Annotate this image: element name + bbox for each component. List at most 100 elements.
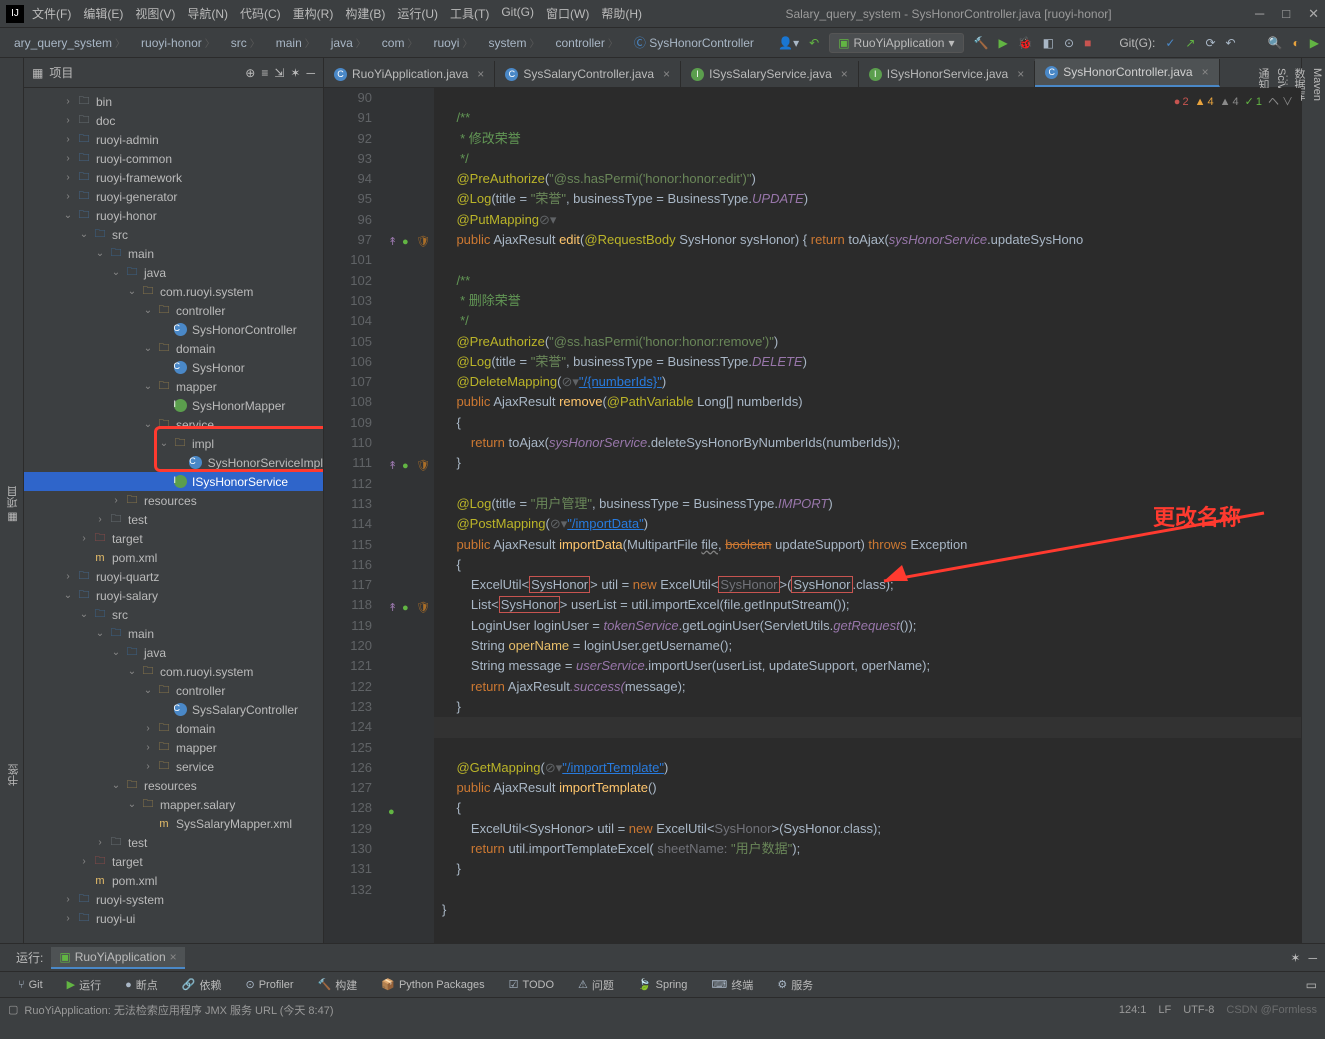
menu-item[interactable]: 文件(F): [32, 5, 71, 22]
tree-node[interactable]: ⌄🗀controller: [24, 301, 323, 320]
git-history-icon[interactable]: ⟳: [1205, 36, 1215, 50]
breadcrumb[interactable]: ary_query_systemruoyi-honorsrcmainjavaco…: [6, 32, 778, 53]
coverage-icon[interactable]: ◧: [1043, 36, 1054, 50]
tree-node[interactable]: mpom.xml: [24, 871, 323, 890]
gutter-icons[interactable]: ↟●🛡 ↟●🛡 ↟●🛡 ●: [384, 88, 434, 943]
bottom-tab[interactable]: 🔗依赖: [172, 977, 232, 993]
close-icon[interactable]: ✕: [1308, 6, 1319, 22]
menu-item[interactable]: 重构(R): [293, 5, 334, 22]
bottom-tab[interactable]: ●断点: [115, 977, 168, 993]
left-tool-strip[interactable]: ▦ 项目: [0, 58, 24, 943]
editor-tab[interactable]: CSysSalaryController.java×: [495, 61, 681, 87]
project-tree[interactable]: ›🗀bin›🗀doc›🗀ruoyi-admin›🗀ruoyi-common›🗀r…: [24, 88, 323, 943]
caret-position[interactable]: 124:1: [1119, 1004, 1147, 1016]
bottom-tab[interactable]: 🍃Spring: [628, 978, 698, 991]
tree-node[interactable]: ›🗀ruoyi-admin: [24, 130, 323, 149]
tree-node[interactable]: ⌄🗀main: [24, 244, 323, 263]
bottom-tab[interactable]: ⑂Git: [8, 979, 53, 991]
tree-node[interactable]: ›🗀ruoyi-ui: [24, 909, 323, 928]
tree-node[interactable]: ›🗀bin: [24, 92, 323, 111]
tree-node[interactable]: ›🗀service: [24, 757, 323, 776]
tool-tab[interactable]: Maven: [1309, 62, 1325, 943]
tree-node[interactable]: ⌄🗀ruoyi-salary: [24, 586, 323, 605]
tool-tab[interactable]: 书签: [4, 758, 24, 792]
tree-node[interactable]: ›🗀doc: [24, 111, 323, 130]
menu-item[interactable]: Git(G): [501, 5, 534, 22]
menu-item[interactable]: 运行(U): [397, 5, 438, 22]
tool-tab[interactable]: ▦ 项目: [3, 66, 23, 943]
status-icon[interactable]: ▢: [8, 1003, 18, 1016]
window-controls[interactable]: ─ □ ✕: [1255, 6, 1319, 22]
tree-node[interactable]: IISysHonorService: [24, 472, 323, 491]
tree-node[interactable]: ›🗀test: [24, 833, 323, 852]
tree-node[interactable]: ⌄🗀com.ruoyi.system: [24, 282, 323, 301]
file-encoding[interactable]: UTF-8: [1183, 1004, 1214, 1016]
breadcrumb-item[interactable]: ruoyi: [425, 33, 480, 52]
menu-item[interactable]: 视图(V): [135, 5, 175, 22]
maximize-icon[interactable]: □: [1282, 6, 1290, 22]
tree-node[interactable]: ⌄🗀ruoyi-honor: [24, 206, 323, 225]
bottom-tab[interactable]: ▶运行: [57, 977, 111, 993]
event-log-icon[interactable]: ▭: [1306, 978, 1317, 992]
tree-node[interactable]: CSysHonorController: [24, 320, 323, 339]
tree-node[interactable]: CSysSalaryController: [24, 700, 323, 719]
tree-node[interactable]: ›🗀mapper: [24, 738, 323, 757]
breadcrumb-item[interactable]: system: [480, 33, 547, 52]
editor-tab[interactable]: CSysHonorController.java×: [1035, 59, 1219, 87]
code-editor[interactable]: ● 2 ▲ 4 ▲ 4 ✓ 1 ヘ ∨ 90919293949596971011…: [324, 88, 1301, 943]
breadcrumb-item[interactable]: src: [223, 33, 268, 52]
ide-settings-icon[interactable]: ◐: [1293, 36, 1300, 50]
tree-node[interactable]: ⌄🗀com.ruoyi.system: [24, 662, 323, 681]
settings-icon[interactable]: ✶: [290, 66, 300, 80]
line-separator[interactable]: LF: [1158, 1004, 1171, 1016]
tree-node[interactable]: ⌄🗀resources: [24, 776, 323, 795]
locate-icon[interactable]: ⊕: [245, 66, 255, 80]
search-icon[interactable]: 🔍: [1268, 36, 1283, 50]
breadcrumb-item[interactable]: ary_query_system: [6, 33, 133, 52]
bottom-tab[interactable]: ⚙服务: [767, 977, 823, 993]
git-update-icon[interactable]: ✓: [1165, 36, 1175, 50]
bottom-tab[interactable]: ⊙Profiler: [236, 978, 304, 991]
project-view-icon[interactable]: ▦: [32, 66, 43, 80]
tree-node[interactable]: ⌄🗀domain: [24, 339, 323, 358]
bottom-tab[interactable]: ☑TODO: [499, 978, 564, 991]
tree-node[interactable]: mpom.xml: [24, 548, 323, 567]
minimize-icon[interactable]: ─: [1255, 6, 1264, 22]
editor-tabs[interactable]: CRuoYiApplication.java×CSysSalaryControl…: [324, 58, 1301, 88]
breadcrumb-item[interactable]: com: [374, 33, 426, 52]
run-anything-icon[interactable]: ▶: [1310, 36, 1319, 50]
profile-icon[interactable]: ⊙: [1064, 36, 1074, 50]
breadcrumb-item[interactable]: java: [323, 33, 374, 52]
editor-tab[interactable]: IISysSalaryService.java×: [681, 61, 859, 87]
tree-node[interactable]: ⌄🗀main: [24, 624, 323, 643]
tree-node[interactable]: ⌄🗀java: [24, 643, 323, 662]
tree-node[interactable]: ⌄🗀mapper: [24, 377, 323, 396]
tree-node[interactable]: ›🗀ruoyi-generator: [24, 187, 323, 206]
tree-node[interactable]: ›🗀test: [24, 510, 323, 529]
tree-node[interactable]: ⌄🗀impl: [24, 434, 323, 453]
menu-item[interactable]: 导航(N): [187, 5, 228, 22]
tree-node[interactable]: CSysHonorServiceImpl: [24, 453, 323, 472]
tree-node[interactable]: ›🗀ruoyi-framework: [24, 168, 323, 187]
bottom-tab[interactable]: ⌨终端: [701, 977, 763, 993]
bottom-tab[interactable]: ⚠问题: [568, 977, 624, 993]
close-tab-icon[interactable]: ×: [841, 67, 848, 81]
tree-node[interactable]: CSysHonor: [24, 358, 323, 377]
editor-tab[interactable]: CRuoYiApplication.java×: [324, 61, 495, 87]
menu-item[interactable]: 编辑(E): [83, 5, 123, 22]
tree-node[interactable]: ⌄🗀service: [24, 415, 323, 434]
expand-icon[interactable]: ≡: [261, 66, 268, 80]
breadcrumb-item[interactable]: ruoyi-honor: [133, 33, 223, 52]
tree-node[interactable]: ⌄🗀java: [24, 263, 323, 282]
close-tab-icon[interactable]: ×: [663, 67, 670, 81]
tree-node[interactable]: ›🗀ruoyi-system: [24, 890, 323, 909]
menu-item[interactable]: 工具(T): [450, 5, 489, 22]
menu-item[interactable]: 代码(C): [240, 5, 281, 22]
tree-node[interactable]: ISysHonorMapper: [24, 396, 323, 415]
tree-node[interactable]: ›🗀ruoyi-quartz: [24, 567, 323, 586]
breadcrumb-item[interactable]: Ⓒ SysHonorController: [626, 32, 765, 53]
user-icon[interactable]: 👤▾: [778, 36, 799, 50]
bottom-tab[interactable]: 🔨构建: [308, 977, 368, 993]
tool-tab[interactable]: 结构: [0, 758, 4, 792]
tree-node[interactable]: ›🗀resources: [24, 491, 323, 510]
